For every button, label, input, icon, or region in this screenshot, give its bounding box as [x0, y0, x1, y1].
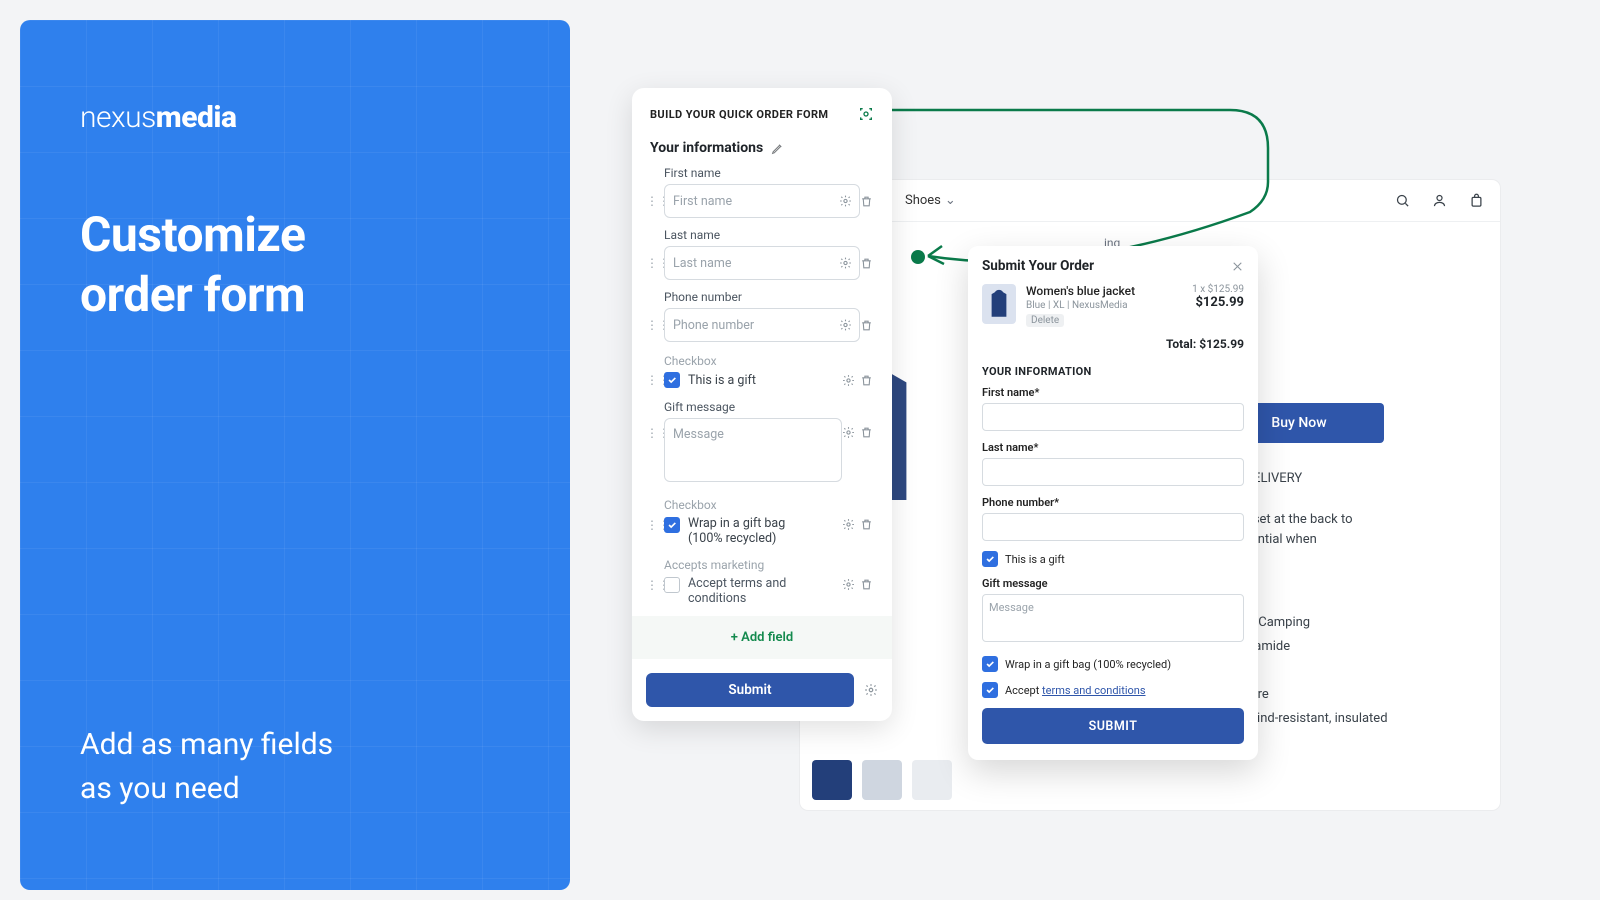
- field-label: Gift message: [664, 400, 878, 414]
- qty-price: 1 x $125.99: [1192, 284, 1244, 295]
- preview-icon[interactable]: [858, 106, 874, 122]
- drag-handle-icon[interactable]: ⋮⋮: [646, 318, 664, 332]
- submit-button[interactable]: Submit: [646, 673, 854, 707]
- product-thumbnail: [982, 284, 1016, 324]
- thumbnail[interactable]: [812, 760, 852, 800]
- last-name-input[interactable]: [982, 458, 1244, 486]
- trash-icon[interactable]: [860, 374, 878, 387]
- field-sublabel: Accepts marketing: [664, 558, 878, 572]
- close-icon[interactable]: [1231, 260, 1244, 273]
- trash-icon[interactable]: [860, 195, 878, 208]
- item-price: $125.99: [1192, 295, 1244, 310]
- form-builder-panel: BUILD YOUR QUICK ORDER FORM Your informa…: [632, 88, 892, 721]
- delete-item-button[interactable]: Delete: [1026, 314, 1064, 327]
- checkbox-label: Wrap in a gift bag (100% recycled): [1005, 658, 1171, 671]
- modal-title: Submit Your Order: [982, 258, 1094, 274]
- bag-icon[interactable]: [1469, 193, 1484, 208]
- chevron-down-icon: ⌄: [945, 193, 956, 208]
- submit-order-button[interactable]: SUBMIT: [982, 708, 1244, 744]
- field-label: Gift message: [982, 577, 1244, 590]
- terms-link[interactable]: terms and conditions: [1042, 684, 1146, 697]
- nav-shoes[interactable]: Shoes⌄: [905, 193, 956, 208]
- brand-logo: nexusmedia: [80, 100, 510, 135]
- drag-handle-icon[interactable]: ⋮⋮: [646, 256, 664, 270]
- order-total: Total: $125.99: [982, 337, 1244, 351]
- field-sublabel: Checkbox: [664, 354, 878, 368]
- field-label: Last name: [664, 228, 878, 242]
- gear-icon[interactable]: [842, 518, 860, 531]
- headline: Customize order form: [80, 205, 510, 325]
- drag-handle-icon[interactable]: ⋮⋮: [646, 373, 664, 387]
- first-name-input[interactable]: [982, 403, 1244, 431]
- phone-input[interactable]: [982, 513, 1244, 541]
- store-navbar: Clothes⌄ Shoes⌄: [800, 180, 1500, 222]
- trash-icon[interactable]: [860, 257, 878, 270]
- gear-icon[interactable]: [839, 319, 852, 332]
- section-title: Your informations: [650, 140, 763, 156]
- first-name-input[interactable]: [664, 184, 860, 218]
- checkbox-label: This is a gift: [688, 373, 756, 388]
- trash-icon[interactable]: [860, 518, 878, 531]
- drag-handle-icon[interactable]: ⋮⋮: [646, 518, 664, 532]
- trash-icon[interactable]: [860, 426, 878, 439]
- drag-handle-icon[interactable]: ⋮⋮: [646, 426, 664, 440]
- gear-icon[interactable]: [839, 257, 852, 270]
- trash-icon[interactable]: [860, 578, 878, 591]
- gift-message-input[interactable]: [664, 418, 842, 482]
- trash-icon[interactable]: [860, 319, 878, 332]
- logo-thin: nexus: [80, 100, 156, 135]
- gift-checkbox[interactable]: [982, 551, 998, 567]
- drag-handle-icon[interactable]: ⋮⋮: [646, 578, 664, 592]
- edit-icon[interactable]: [771, 142, 784, 155]
- builder-title: BUILD YOUR QUICK ORDER FORM: [650, 108, 828, 121]
- cart-item-meta: Blue | XL | NexusMedia: [1026, 300, 1182, 311]
- logo-bold: media: [156, 100, 237, 135]
- promo-panel: nexusmedia Customize order form Add as m…: [20, 20, 570, 890]
- gift-checkbox[interactable]: [664, 372, 680, 388]
- drag-handle-icon[interactable]: ⋮⋮: [646, 194, 664, 208]
- gift-message-input[interactable]: [982, 594, 1244, 642]
- field-label: Last name*: [982, 441, 1244, 454]
- checkbox-label: Wrap in a gift bag(100% recycled): [688, 516, 785, 546]
- add-field-button[interactable]: + Add field: [632, 616, 892, 659]
- field-label: First name*: [982, 386, 1244, 399]
- phone-input[interactable]: [664, 308, 860, 342]
- wrap-checkbox[interactable]: [982, 656, 998, 672]
- checkbox-label: This is a gift: [1005, 553, 1065, 566]
- thumbnail[interactable]: [912, 760, 952, 800]
- gear-icon[interactable]: [842, 374, 860, 387]
- last-name-input[interactable]: [664, 246, 860, 280]
- gear-icon[interactable]: [842, 426, 860, 439]
- submit-order-modal: Submit Your Order Women's blue jacket Bl…: [968, 246, 1258, 760]
- modal-section-title: YOUR INFORMATION: [982, 365, 1244, 378]
- subheadline: Add as many fields as you need: [80, 723, 333, 810]
- cart-item: Women's blue jacket Blue | XL | NexusMed…: [982, 284, 1244, 327]
- field-sublabel: Checkbox: [664, 498, 878, 512]
- terms-checkbox[interactable]: [982, 682, 998, 698]
- field-label: Phone number*: [982, 496, 1244, 509]
- terms-checkbox[interactable]: [664, 577, 680, 593]
- checkbox-label: Accept terms and conditions: [1005, 684, 1146, 697]
- gear-icon[interactable]: [839, 195, 852, 208]
- field-label: First name: [664, 166, 878, 180]
- search-icon[interactable]: [1395, 193, 1410, 208]
- thumbnail[interactable]: [862, 760, 902, 800]
- gear-icon[interactable]: [842, 578, 860, 591]
- wrap-checkbox[interactable]: [664, 517, 680, 533]
- gear-icon[interactable]: [864, 683, 878, 697]
- cart-item-name: Women's blue jacket: [1026, 284, 1182, 298]
- thumbnail-row: [812, 760, 952, 800]
- account-icon[interactable]: [1432, 193, 1447, 208]
- field-label: Phone number: [664, 290, 878, 304]
- checkbox-label: Accept terms andconditions: [688, 576, 786, 606]
